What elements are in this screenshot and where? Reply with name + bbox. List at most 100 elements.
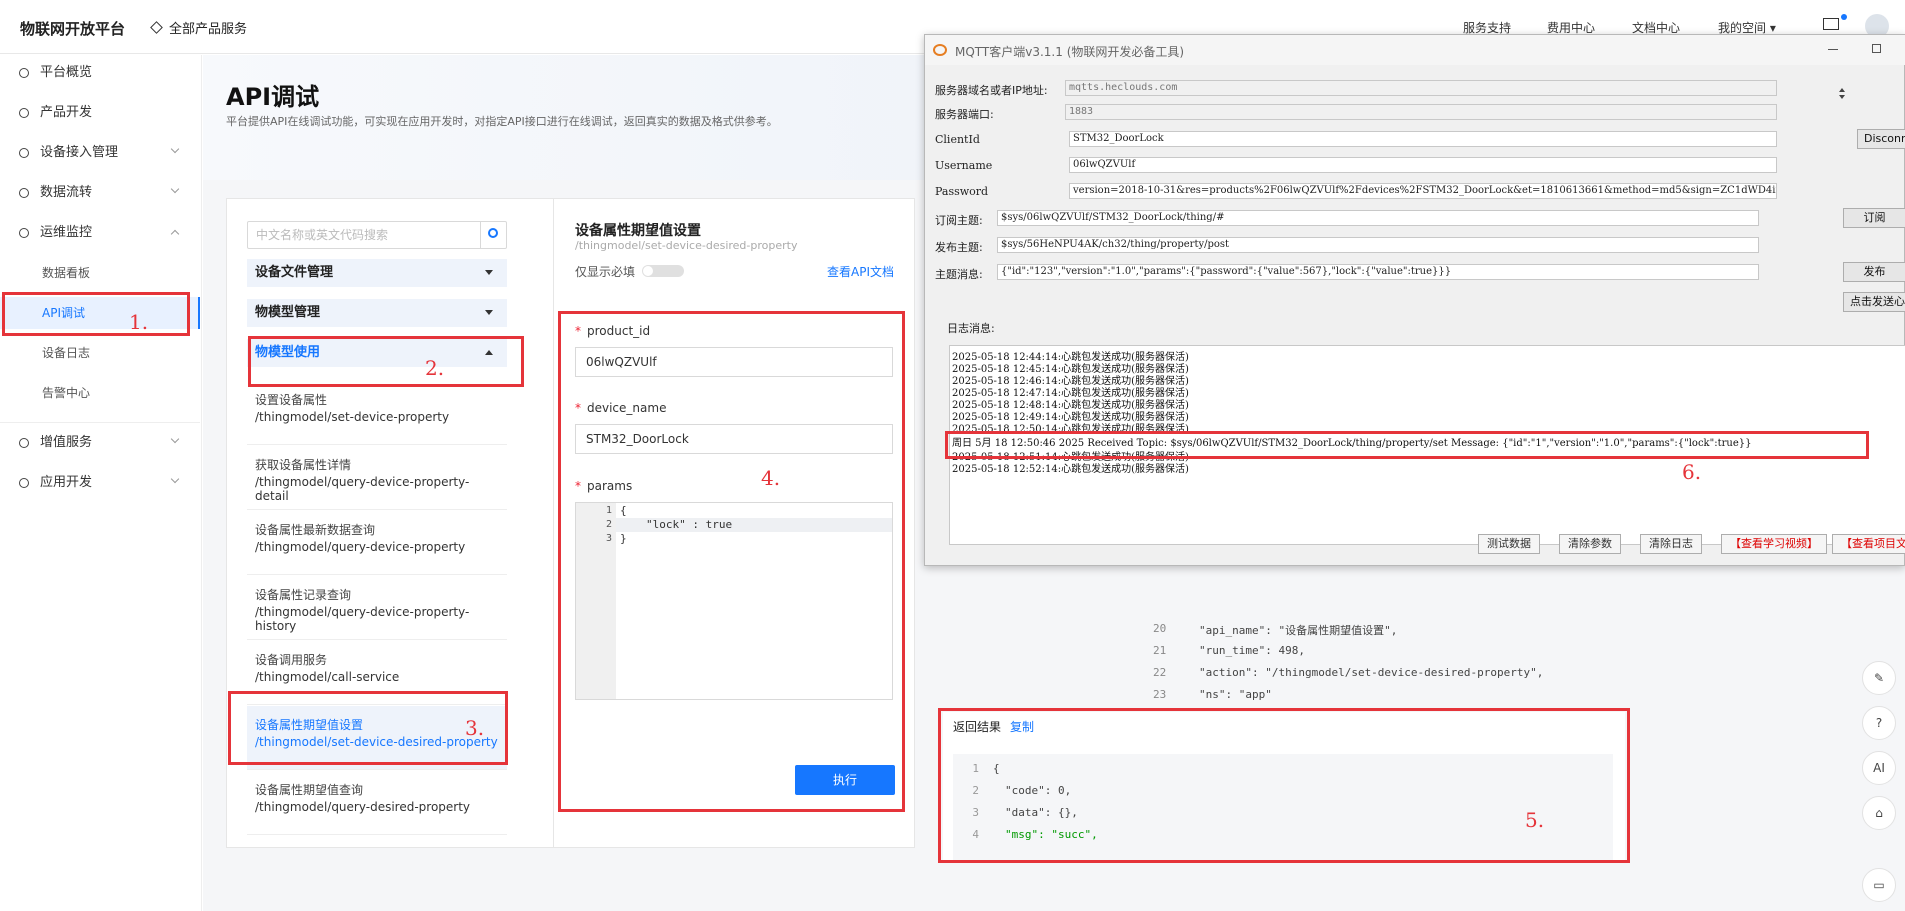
divider — [0, 422, 200, 423]
caret-down-icon: ▾ — [1769, 21, 1776, 35]
api-path: /thingmodel/query-device-property-histor… — [255, 605, 470, 633]
clear-params-button[interactable]: 清除参数 — [1559, 534, 1621, 554]
sidebar-item-label: 产品开发 — [40, 105, 93, 120]
port-input[interactable]: 1883 — [1065, 104, 1777, 120]
required-only-toggle[interactable] — [642, 265, 684, 277]
api-item[interactable]: 获取设备属性详情/thingmodel/query-device-propert… — [247, 446, 507, 510]
line-number: 23 — [1153, 688, 1167, 701]
sidebar-item-label: 应用开发 — [40, 475, 93, 490]
subscribe-button[interactable]: 订阅 — [1843, 208, 1905, 228]
mail-icon[interactable] — [1823, 18, 1839, 30]
clientid-input[interactable]: STM32_DoorLock — [1069, 131, 1777, 147]
sidebar-item-product-dev[interactable]: 产品开发 — [0, 97, 200, 129]
required-only-label: 仅显示必填 — [575, 265, 636, 279]
sub-topic-input[interactable]: $sys/06lwQZVUlf/STM32_DoorLock/thing/# — [997, 210, 1759, 226]
publish-button[interactable]: 发布 — [1843, 262, 1905, 282]
server-input[interactable]: mqtts.heclouds.com — [1065, 80, 1777, 96]
minimize-icon[interactable] — [1828, 49, 1838, 50]
test-data-button[interactable]: 测试数据 — [1478, 534, 1540, 554]
sidebar-item-label: 数据流转 — [40, 185, 93, 200]
port-spinner[interactable] — [1838, 87, 1846, 101]
category-device-file[interactable]: 设备文件管理 — [247, 259, 507, 287]
flow-icon — [19, 188, 29, 198]
annotation-label-6: 6. — [1682, 460, 1702, 484]
sidebar-sub-device-log[interactable]: 设备日志 — [0, 337, 200, 369]
code-line: "ns": "app" — [1199, 688, 1272, 701]
disconnect-button[interactable]: Disconn — [1857, 129, 1905, 149]
annotation-box-5 — [938, 708, 1630, 863]
diamond-icon — [150, 21, 163, 34]
chevron-down-icon — [170, 474, 180, 484]
api-path: /thingmodel/call-service — [255, 670, 400, 684]
chevron-down-icon — [170, 144, 180, 154]
search-icon — [488, 228, 498, 238]
sidebar-item-app-dev[interactable]: 应用开发 — [0, 467, 200, 499]
api-path: /thingmodel/query-device-property — [255, 540, 466, 554]
topic-msg-input[interactable]: {"id":"123","version":"1.0","params":{"p… — [997, 264, 1759, 280]
api-item[interactable]: 设备属性最新数据查询/thingmodel/query-device-prope… — [247, 511, 507, 575]
pub-topic-label: 发布主题: — [935, 241, 983, 254]
api-item[interactable]: 设置设备属性/thingmodel/set-device-property — [247, 381, 507, 445]
search-button[interactable] — [480, 222, 506, 248]
api-path: /thingmodel/query-desired-property — [255, 800, 471, 814]
sidebar-item-overview[interactable]: 平台概览 — [0, 57, 200, 89]
all-products-menu[interactable]: 全部产品服务 — [150, 18, 248, 37]
clear-log-button[interactable]: 清除日志 — [1640, 534, 1702, 554]
api-path: /thingmodel/query-device-property-detail — [255, 475, 470, 503]
password-input[interactable]: version=2018-10-31&res=products%2F06lwQZ… — [1069, 183, 1777, 199]
search-input[interactable]: 中文名称或英文代码搜索 — [247, 221, 507, 249]
mqtt-client-window: MQTT客户端v3.1.1 (物联网开发必备工具) 服务器域名或者IP地址: m… — [924, 34, 1905, 566]
sidebar-item-label: 平台概览 — [40, 65, 93, 80]
line-number: 20 — [1153, 622, 1167, 635]
learn-video-button[interactable]: 【查看学习视频】 — [1721, 534, 1827, 554]
api-name: 设置设备属性 — [255, 393, 328, 407]
help-icon[interactable]: ? — [1862, 706, 1896, 740]
clientid-label: ClientId — [935, 133, 980, 146]
sidebar-item-ops-monitor[interactable]: 运维监控 — [0, 217, 200, 249]
brand-logo[interactable]: 物联网开放平台 — [20, 18, 125, 39]
category-thing-model-mgmt[interactable]: 物模型管理 — [247, 299, 507, 327]
dashboard-icon — [19, 68, 29, 78]
pub-topic-input[interactable]: $sys/56HeNPU4AK/ch32/thing/property/post — [997, 237, 1759, 253]
api-name: 获取设备属性详情 — [255, 458, 352, 472]
api-name: 设备属性最新数据查询 — [255, 523, 376, 537]
form-title: 设备属性期望值设置 — [575, 223, 701, 239]
edit-icon[interactable]: ✎ — [1862, 661, 1896, 695]
line-number: 21 — [1153, 644, 1167, 657]
api-name: 设备属性记录查询 — [255, 588, 352, 602]
annotation-label-3: 3. — [465, 716, 485, 740]
project-doc-button[interactable]: 【查看项目文 — [1832, 534, 1905, 554]
sidebar-sub-alarm[interactable]: 告警中心 — [0, 377, 200, 409]
category-label: 设备文件管理 — [255, 265, 334, 280]
username-label: Username — [935, 159, 993, 172]
username-input[interactable]: 06lwQZVUlf — [1069, 157, 1777, 173]
ai-assistant-button[interactable]: AI — [1862, 751, 1896, 785]
service-icon[interactable]: ⌂ — [1862, 796, 1896, 830]
message-icon[interactable]: ▭ — [1862, 868, 1896, 902]
send-heartbeat-button[interactable]: 点击发送心 — [1843, 292, 1905, 312]
page-description: 平台提供API在线调试功能，可实现在应用开发时，对指定API接口进行在线调试，返… — [226, 115, 778, 128]
chevron-up-icon — [170, 229, 180, 239]
page-title: API调试 — [226, 83, 320, 111]
annotation-label-2: 2. — [425, 356, 445, 380]
sidebar-item-data-flow[interactable]: 数据流转 — [0, 177, 200, 209]
mqtt-title-bar[interactable]: MQTT客户端v3.1.1 (物联网开发必备工具) — [925, 35, 1905, 65]
all-products-label: 全部产品服务 — [169, 22, 248, 37]
sidebar-item-device-access[interactable]: 设备接入管理 — [0, 137, 200, 169]
api-item[interactable]: 设备属性期望值查询/thingmodel/query-desired-prope… — [247, 771, 507, 835]
sidebar-item-value-added[interactable]: 增值服务 — [0, 427, 200, 459]
sidebar-item-label: 增值服务 — [40, 435, 93, 450]
app-icon — [19, 478, 29, 488]
device-icon — [19, 148, 29, 158]
password-label: Password — [935, 185, 989, 198]
form-path: /thingmodel/set-device-desired-property — [575, 239, 798, 252]
code-line: "api_name": "设备属性期望值设置", — [1199, 624, 1398, 637]
pie-chart-icon — [19, 228, 29, 238]
port-label: 服务器端口: — [935, 108, 994, 121]
api-doc-link[interactable]: 查看API文档 — [827, 263, 894, 280]
maximize-icon[interactable] — [1872, 44, 1881, 53]
sidebar-sub-dashboard[interactable]: 数据看板 — [0, 257, 200, 289]
line-number: 22 — [1153, 666, 1167, 679]
api-item[interactable]: 设备属性记录查询/thingmodel/query-device-propert… — [247, 576, 507, 640]
topic-msg-label: 主题消息: — [935, 268, 983, 281]
